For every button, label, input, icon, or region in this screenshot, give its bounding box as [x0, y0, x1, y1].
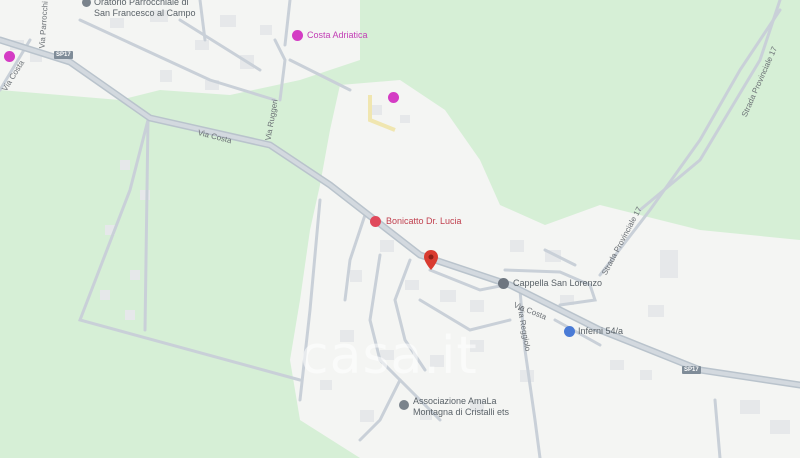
route-shield-sp17: SP17 — [54, 51, 73, 59]
medical-icon[interactable] — [370, 216, 381, 227]
associazione-label-2[interactable]: Montagna di Cristalli ets — [413, 407, 509, 418]
route-shield-sp17: SP17 — [682, 366, 701, 374]
bonicatto-label[interactable]: Bonicatto Dr. Lucia — [386, 216, 462, 227]
cappella-label[interactable]: Cappella San Lorenzo — [513, 278, 602, 289]
church-icon[interactable] — [498, 278, 509, 289]
shopping-bag-icon[interactable] — [292, 30, 303, 41]
shopping-bag-icon[interactable] — [4, 51, 15, 62]
shopping-bag-icon[interactable] — [388, 92, 399, 103]
watermark: casa.it — [300, 326, 478, 386]
oratorio-label: Oratorio Parrocchiale di San Francesco a… — [94, 0, 196, 18]
urban-area-bottom — [600, 390, 730, 458]
urban-area-center — [290, 80, 800, 458]
location-pin-icon[interactable] — [424, 250, 438, 270]
map-base — [0, 0, 800, 458]
costa-adriatica-label[interactable]: Costa Adriatica — [307, 30, 368, 41]
place-icon[interactable] — [399, 400, 409, 410]
parking-icon[interactable] — [564, 326, 575, 337]
map-canvas[interactable]: casa.it Oratorio Parrocchiale di San Fra… — [0, 0, 800, 458]
inferni-label[interactable]: Inferni 54/a — [578, 326, 623, 337]
associazione-label-1[interactable]: Associazione AmaLa — [413, 396, 497, 407]
